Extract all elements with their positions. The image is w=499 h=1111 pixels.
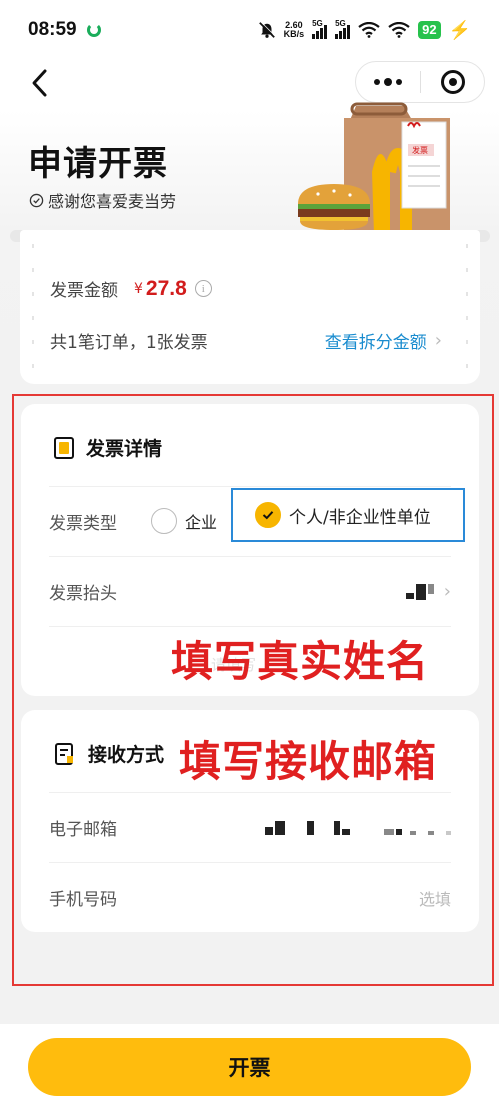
signal-5g-icon-2: 5G xyxy=(335,19,351,39)
bag-label-text: 发票 xyxy=(412,145,428,155)
wifi-icon xyxy=(358,22,380,38)
net-speed-unit: KB/s xyxy=(283,29,305,39)
charging-bolt-icon: ⚡ xyxy=(448,19,471,40)
battery-level: 92 xyxy=(418,21,441,39)
amount-row: 发票金额 ¥ 27.8 i xyxy=(50,276,212,301)
check-circle-icon xyxy=(29,193,44,207)
mcdonalds-bag-burger-illustration: 发票 xyxy=(298,102,450,234)
ticket-body xyxy=(20,230,480,384)
view-split-amount-link[interactable]: 查看拆分金额 › xyxy=(325,328,442,353)
red-annotation-frame xyxy=(12,394,494,986)
currency-symbol: ¥ xyxy=(134,280,143,297)
invoice-amount: 27.8 xyxy=(145,276,187,300)
mute-bell-icon xyxy=(258,21,276,38)
status-icons: 2.60 KB/s 5G 5G 92 ⚡ xyxy=(258,19,471,41)
back-chevron-icon[interactable] xyxy=(26,66,56,100)
page-subtitle: 感谢您喜爱麦当劳 xyxy=(29,188,176,212)
wifi-icon-2 xyxy=(388,22,410,38)
page-title: 申请开票 xyxy=(28,144,168,184)
signal-5g-icon: 5G xyxy=(312,19,328,39)
net-speed: 2.60 KB/s xyxy=(284,21,305,39)
status-bar: 08:59 2.60 KB/s 5G 5G 92 ⚡ xyxy=(0,0,499,60)
split-link-label: 查看拆分金额 xyxy=(324,333,427,353)
subtitle-text: 感谢您喜爱麦当劳 xyxy=(48,192,177,211)
amount-label: 发票金额 xyxy=(50,281,118,301)
order-count-row: 共1笔订单，1张发票 查看拆分金额 › xyxy=(50,328,442,353)
status-time: 08:59 xyxy=(28,19,77,40)
signal-label: 5G xyxy=(312,19,323,28)
order-count-text: 共1笔订单，1张发票 xyxy=(50,333,208,353)
issue-invoice-button[interactable]: 开票 xyxy=(28,1038,471,1096)
invoice-summary-ticket: 发票金额 ¥ 27.8 i 共1笔订单，1张发票 查看拆分金额 › xyxy=(10,230,490,386)
info-icon[interactable]: i xyxy=(194,280,212,297)
signal-label-2: 5G xyxy=(335,19,346,28)
wechat-icon xyxy=(86,23,101,37)
target-icon xyxy=(440,70,465,94)
chevron-right-icon: › xyxy=(434,330,442,351)
